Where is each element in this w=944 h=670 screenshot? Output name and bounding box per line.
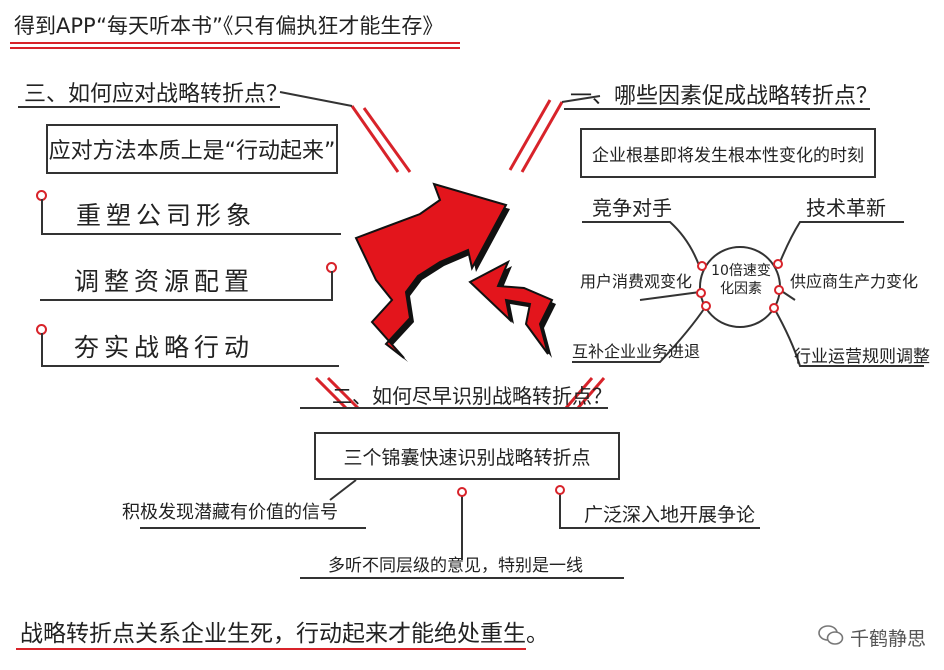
section2-box-text: 三个锦囊快速识别战略转折点 (343, 446, 591, 469)
section3-item-3: 夯实战略行动 (74, 333, 255, 362)
section1-box: 企业根基即将发生根本性变化的时刻 (580, 128, 876, 178)
section2-item-2: 广泛深入地开展争论 (584, 504, 756, 526)
factor-complementor: 互补企业业务进退 (572, 342, 701, 361)
bullet-stem (41, 199, 43, 233)
center-factor-label: 10倍速变化因素 (711, 263, 771, 297)
watermark: 千鹤静思 (818, 624, 926, 651)
arrow-left-icon (468, 259, 556, 358)
factor-competitor: 竞争对手 (592, 196, 672, 220)
section3-box-text: 应对方法本质上是“行动起来” (48, 139, 336, 164)
factor-supplier: 供应商生产力变化 (790, 272, 919, 291)
footer-summary: 战略转折点关系企业生死，行动起来才能绝处重生。 (20, 621, 549, 647)
factor-consumer: 用户消费观变化 (580, 272, 693, 291)
factor-technology: 技术革新 (806, 196, 886, 220)
section1-title-underline (564, 108, 870, 110)
watermark-text: 千鹤静思 (849, 628, 926, 650)
bullet-stem (331, 271, 333, 299)
section3-box: 应对方法本质上是“行动起来” (46, 124, 338, 174)
section2-title: 二、如何尽早识别战略转折点？ (332, 384, 612, 408)
bullet-stem (41, 333, 43, 365)
section1-box-text: 企业根基即将发生根本性变化的时刻 (592, 145, 864, 166)
wechat-icon (818, 624, 844, 651)
section3-item-2: 调整资源配置 (74, 267, 255, 296)
footer-underline (16, 648, 526, 650)
section3-title-underline (18, 106, 280, 108)
section1-title: 一、哪些因素促成战略转折点？ (570, 84, 879, 109)
section2-item-3: 多听不同层级的意见，特别是一线 (328, 556, 583, 576)
section3-item-1: 重塑公司形象 (76, 201, 257, 230)
factor-industry-rules: 行业运营规则调整 (794, 347, 930, 367)
item-underline (40, 299, 333, 301)
item-underline (41, 365, 339, 367)
section3-title: 三、如何应对战略转折点？ (24, 82, 289, 107)
item-underline (41, 233, 341, 235)
section2-box: 三个锦囊快速识别战略转折点 (314, 432, 620, 480)
section2-item-1: 积极发现潜藏有价值的信号 (122, 502, 338, 523)
